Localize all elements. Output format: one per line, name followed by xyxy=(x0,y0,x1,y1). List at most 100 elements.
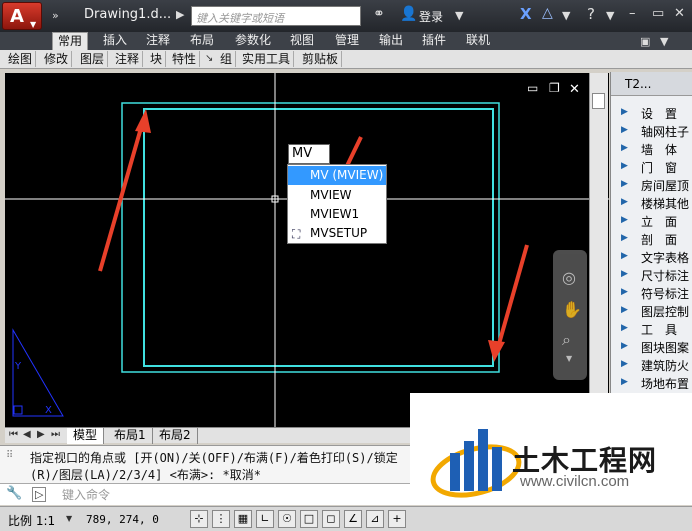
tab-layout1[interactable]: 布局1 xyxy=(108,428,153,444)
drawing-svg[interactable]: Y X ▭ ❐ ✕ xyxy=(5,73,609,427)
viewport-minimize-icon[interactable]: ▭ xyxy=(527,81,538,95)
chevron-down-icon[interactable]: ▼ xyxy=(455,9,463,22)
search-input[interactable]: 键入关键字或短语 xyxy=(191,6,361,26)
zoom-icon[interactable]: ⌕ xyxy=(562,330,571,350)
vertical-scrollbar[interactable] xyxy=(589,73,608,427)
chevron-down-icon[interactable]: ▼ xyxy=(606,9,614,22)
triangle-right-icon: ▶ xyxy=(621,269,628,279)
chevron-down-icon[interactable]: ▼ xyxy=(66,514,72,523)
tab-layout2[interactable]: 布局2 xyxy=(153,428,198,444)
autocomplete-item[interactable]: MVIEW xyxy=(288,186,386,205)
annotation-scale[interactable]: 比例 1:1 xyxy=(8,512,55,529)
tab-annotate[interactable]: 注释 xyxy=(146,32,170,50)
tab-view[interactable]: 视图 xyxy=(290,32,314,50)
otrack-icon[interactable]: ∠ xyxy=(344,510,362,528)
tab-scroll-first-icon[interactable]: ⏮ xyxy=(9,429,18,440)
panel-block[interactable]: 块 xyxy=(150,51,167,67)
panel-layers[interactable]: 图层 xyxy=(80,51,109,67)
user-icon[interactable]: 👤 xyxy=(400,6,417,22)
tab-scroll-prev-icon[interactable]: ◀ xyxy=(23,429,31,440)
viewport-close-icon[interactable]: ✕ xyxy=(569,82,580,97)
palette-item[interactable]: ▶ 图块图案 xyxy=(611,338,692,356)
palette-item[interactable]: ▶ 工 具 xyxy=(611,320,692,338)
tab-scroll-last-icon[interactable]: ⏭ xyxy=(51,429,60,440)
coordinate-readout[interactable]: 789, 274, 0 xyxy=(86,513,159,526)
palette-item[interactable]: ▶ 轴网柱子 xyxy=(611,122,692,140)
ducs-icon[interactable]: ⊿ xyxy=(366,510,384,528)
scrollbar-thumb[interactable] xyxy=(592,93,605,109)
tab-home[interactable]: 常用 xyxy=(52,32,89,50)
exchange-icon[interactable]: X xyxy=(520,5,532,23)
panel-properties[interactable]: 特性 xyxy=(172,51,201,67)
palette-item[interactable]: ▶ 尺寸标注 xyxy=(611,266,692,284)
autocomplete-item[interactable]: MV (MVIEW) xyxy=(288,166,386,185)
wrench-icon[interactable]: 🔧 xyxy=(6,486,22,501)
palette-item[interactable]: ▶ 符号标注 xyxy=(611,284,692,302)
application-menu-button[interactable]: A ▼ xyxy=(2,2,42,30)
binoculars-icon[interactable]: ⚭ xyxy=(373,6,385,22)
chevron-down-icon[interactable]: ▼ xyxy=(660,35,668,48)
panel-draw[interactable]: 绘图 xyxy=(8,51,37,67)
palette-item[interactable]: ▶ 图层控制 xyxy=(611,302,692,320)
palette-item[interactable]: ▶ 门 窗 xyxy=(611,158,692,176)
chevron-down-icon[interactable]: ▼ xyxy=(562,9,570,22)
panel-expand-icon[interactable]: ↘ xyxy=(205,53,213,64)
palette-item[interactable]: ▶ 剖 面 xyxy=(611,230,692,248)
chevron-down-icon[interactable]: ▼ xyxy=(566,354,572,363)
tab-output[interactable]: 输出 xyxy=(379,32,403,50)
drawing-canvas[interactable]: Y X ▭ ❐ ✕ xyxy=(5,73,609,427)
tab-plugins[interactable]: 插件 xyxy=(422,32,446,50)
autocomplete-item[interactable]: MVIEW1 xyxy=(288,205,386,224)
tab-online[interactable]: 联机 xyxy=(466,32,490,50)
panel-modify[interactable]: 修改 xyxy=(44,51,73,67)
palette-item[interactable]: ▶ 立 面 xyxy=(611,212,692,230)
snap-icon[interactable]: ⋮ xyxy=(212,510,230,528)
panel-clipboard[interactable]: 剪贴板 xyxy=(302,51,343,67)
3d-osnap-icon[interactable]: ◻ xyxy=(322,510,340,528)
grid-icon[interactable]: ▦ xyxy=(234,510,252,528)
command-history: ⠿ 指定视口的角点或 [开(ON)/关(OFF)/布满(F)/着色打印(S)/锁… xyxy=(0,445,420,483)
steering-wheel-icon[interactable]: ◎ xyxy=(562,268,576,287)
palette-item[interactable]: ▶ 场地布置 xyxy=(611,374,692,392)
tab-layout[interactable]: 布局 xyxy=(190,32,214,50)
palette-item[interactable]: ▶ 墙 体 xyxy=(611,140,692,158)
close-icon[interactable]: ✕ xyxy=(674,6,685,21)
ortho-icon[interactable]: ∟ xyxy=(256,510,274,528)
palette-item[interactable]: ▶ 建筑防火 xyxy=(611,356,692,374)
infer-constraints-icon[interactable]: ⊹ xyxy=(190,510,208,528)
tab-insert[interactable]: 插入 xyxy=(103,32,127,50)
command-prompt-icon[interactable]: ▷ xyxy=(32,487,47,502)
maximize-icon[interactable]: ▭ xyxy=(652,6,664,21)
command-dynamic-input[interactable]: MV xyxy=(288,144,330,164)
palette-item[interactable]: ▶ 楼梯其他 xyxy=(611,194,692,212)
panel-utilities[interactable]: 实用工具 xyxy=(242,51,295,67)
ribbon-options-icon[interactable]: ▣ xyxy=(640,35,650,48)
tab-manage[interactable]: 管理 xyxy=(335,32,359,50)
tab-scroll-next-icon[interactable]: ▶ xyxy=(37,429,45,440)
osnap-icon[interactable]: □ xyxy=(300,510,318,528)
dyn-icon[interactable]: + xyxy=(388,510,406,528)
tab-parametric[interactable]: 参数化 xyxy=(235,32,271,50)
palette-item[interactable]: ▶ 文字表格 xyxy=(611,248,692,266)
panel-annotation[interactable]: 注释 xyxy=(115,51,144,67)
navigation-bar[interactable]: ◎ ✋ ⌕ ▼ xyxy=(553,250,587,380)
palette-header[interactable]: T2... xyxy=(611,72,692,96)
minimize-icon[interactable]: – xyxy=(629,6,636,21)
login-link[interactable]: 登录 xyxy=(419,8,443,25)
polar-icon[interactable]: ☉ xyxy=(278,510,296,528)
command-input[interactable]: 键入命令 xyxy=(62,486,110,503)
triangle-right-icon: ▶ xyxy=(621,323,628,333)
ribbon-panel-row: 绘图 修改 图层 注释 块 特性 ↘ 组 实用工具 剪贴板 xyxy=(0,50,692,69)
arrow-right-icon[interactable]: ▶ xyxy=(176,8,184,21)
tab-model[interactable]: 模型 xyxy=(67,428,105,444)
autocomplete-item[interactable]: MVSETUP xyxy=(288,224,386,243)
autodesk-360-icon[interactable]: △ xyxy=(542,5,553,21)
help-icon[interactable]: ? xyxy=(587,5,595,23)
quick-access-overflow-icon[interactable]: » xyxy=(52,9,59,22)
palette-item[interactable]: ▶ 房间屋顶 xyxy=(611,176,692,194)
pan-hand-icon[interactable]: ✋ xyxy=(562,300,582,319)
palette-item[interactable]: ▶ 设 置 xyxy=(611,104,692,122)
panel-groups[interactable]: 组 xyxy=(220,51,237,67)
viewport-restore-icon[interactable]: ❐ xyxy=(549,81,560,95)
grip-icon[interactable]: ⠿ xyxy=(6,450,13,461)
